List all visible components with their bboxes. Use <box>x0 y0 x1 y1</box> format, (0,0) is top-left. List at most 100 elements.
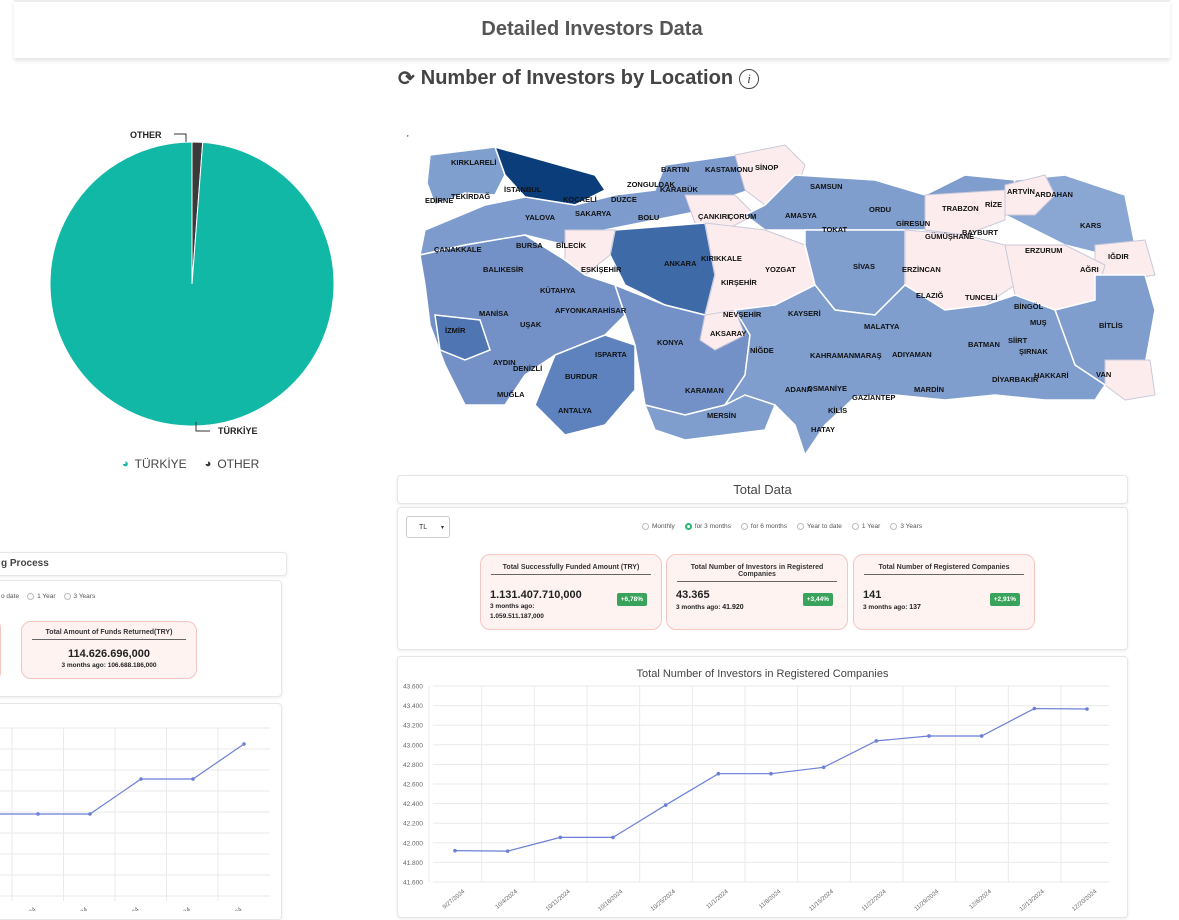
radio-3-years[interactable]: 3 Years <box>890 523 922 530</box>
radio-6-months[interactable]: for 6 months <box>740 523 787 530</box>
map-label-province: OSMANİYE <box>807 384 847 393</box>
radio-monthly[interactable]: Monthly <box>642 523 675 530</box>
x-tick-label: 11/15/2024 <box>808 889 835 911</box>
data-point[interactable] <box>927 734 931 738</box>
map-label-province: AMASYA <box>785 211 817 220</box>
x-tick-label: 10/18/2024 <box>597 889 624 911</box>
map-label-province: EDİRNE <box>425 196 453 205</box>
map-label-province: UŞAK <box>520 320 542 329</box>
map-label-province: GÜMÜŞHANE <box>925 232 974 241</box>
pie-legend-icon: ◕ <box>204 458 212 470</box>
card-value: 43.365 <box>676 589 710 601</box>
map-region[interactable] <box>1104 359 1156 401</box>
map-label-province: DÜZCE <box>611 195 637 204</box>
x-tick-label: 11/1/2024 <box>706 889 730 911</box>
pie-slice-turkiye[interactable] <box>49 141 335 427</box>
map-label-province: MARDİN <box>914 385 944 394</box>
legend-item-turkiye[interactable]: ◕ TÜRKİYE <box>122 457 187 471</box>
left-panel-header: g Process <box>0 552 287 576</box>
data-point[interactable] <box>769 771 773 776</box>
x-tick-label: 10/4/2024 <box>495 889 520 911</box>
card-title: Total Amount of Funds Returned(TRY) <box>32 622 186 640</box>
card-sub-value: 41.920 <box>722 604 744 611</box>
stat-card-investors: Total Number of Investors in Registered … <box>666 554 848 630</box>
map-label-province: BALIKESİR <box>483 265 524 274</box>
card-sub-label: 3 months ago: <box>61 662 106 669</box>
map-section-title: ⟳ Number of Investors by Location i <box>398 66 760 91</box>
data-point[interactable] <box>191 777 195 781</box>
map-label-province: SAKARYA <box>575 209 612 218</box>
data-point[interactable] <box>611 835 615 840</box>
map-label-province: BİTLİS <box>1099 321 1123 330</box>
map-label-province: KARABÜK <box>660 185 698 194</box>
map-label-province: KOCAELİ <box>563 195 597 204</box>
map-label-province: GİRESUN <box>896 219 930 228</box>
map-label-province: KONYA <box>657 338 684 347</box>
map-label-province: KAHRAMANMARAŞ <box>810 351 882 360</box>
data-point[interactable] <box>874 739 879 743</box>
radio-1-year[interactable]: 1 Year <box>851 523 880 530</box>
map-region[interactable] <box>722 284 1107 457</box>
map-label-province: VAN <box>1096 370 1111 379</box>
x-tick-label: 10/25/2024 <box>650 889 677 911</box>
legend-item-other[interactable]: ◕ OTHER <box>205 457 260 471</box>
data-point[interactable] <box>453 848 457 853</box>
left-period-radio-group: o date 1 Year 3 Years <box>1 593 95 600</box>
card-title: Total Number of Investors in Registered … <box>677 555 837 582</box>
map-label-province: YALOVA <box>525 213 556 222</box>
y-tick-label: 43.400 <box>403 703 423 710</box>
map-label-province: KIRŞEHİR <box>721 278 757 287</box>
y-tick-label: 41.800 <box>403 860 423 867</box>
data-point[interactable] <box>1032 706 1037 711</box>
radio-1-year-left[interactable]: 1 Year <box>27 593 56 600</box>
x-tick-label: 11/22/2024 <box>861 889 888 911</box>
card-sub-value: 137 <box>909 604 921 611</box>
map-label-province: ANTALYA <box>558 406 592 415</box>
data-point[interactable] <box>1085 707 1089 711</box>
map-label-province: KÜTAHYA <box>540 286 576 295</box>
map-label-province: ARDAHAN <box>1035 190 1073 199</box>
currency-select[interactable]: TL ▾ <box>406 516 450 538</box>
y-tick-label: 42.800 <box>403 762 423 769</box>
x-tick-label: 11/29/2024 <box>914 889 941 911</box>
left-panel-title: g Process <box>1 558 49 569</box>
map-label-province: BARTIN <box>661 165 689 174</box>
card-sub-value: 106.688.186,000 <box>107 662 157 669</box>
data-point[interactable] <box>716 771 721 776</box>
data-point[interactable] <box>821 765 826 770</box>
refresh-icon[interactable]: ⟳ <box>398 66 415 91</box>
data-point[interactable] <box>242 742 246 746</box>
map-label-province: NİĞDE <box>750 346 774 355</box>
radio-3-years-left[interactable]: 3 Years <box>63 593 95 600</box>
data-point[interactable] <box>558 835 563 840</box>
card-sub-label: 3 months ago: <box>676 604 721 611</box>
data-point[interactable] <box>663 803 668 807</box>
map-label-province: TOKAT <box>822 225 848 234</box>
info-icon[interactable]: i <box>739 68 760 89</box>
y-tick-label: 43.200 <box>403 723 423 730</box>
map-label-province: ÇANAKKALE <box>434 245 482 254</box>
data-point[interactable] <box>505 849 510 853</box>
data-point[interactable] <box>88 812 92 816</box>
data-point[interactable] <box>139 777 143 781</box>
x-tick-label: 12/13/2024 <box>1019 889 1046 911</box>
map-label-province: RİZE <box>985 200 1002 209</box>
header-bar: Detailed Investors Data <box>14 0 1170 58</box>
map-label-province: HAKKARİ <box>1034 371 1069 380</box>
legend-label: OTHER <box>217 457 260 471</box>
data-point[interactable] <box>979 734 984 738</box>
map-label-province: TEKİRDAĞ <box>451 192 490 201</box>
change-badge: +6,78% <box>616 593 647 606</box>
currency-value: TL <box>419 524 428 531</box>
map-label-province: DENİZLİ <box>513 364 542 373</box>
radio-ytd[interactable]: Year to date <box>797 523 842 530</box>
series-line <box>454 707 1088 852</box>
y-tick-label: 42.200 <box>403 821 423 828</box>
radio-ytd-left[interactable]: o date <box>1 593 19 600</box>
map-label-province: IĞDIR <box>1108 252 1129 261</box>
investors-line-chart: 41.600 41.800 42.000 42.200 42.400 42.600 42.8… <box>403 684 1109 911</box>
data-point[interactable] <box>36 812 40 816</box>
pie-label-turkiye: TÜRKİYE <box>218 426 258 436</box>
radio-3-months[interactable]: for 3 months <box>684 523 731 530</box>
map-label-province: MUĞLA <box>497 390 525 399</box>
